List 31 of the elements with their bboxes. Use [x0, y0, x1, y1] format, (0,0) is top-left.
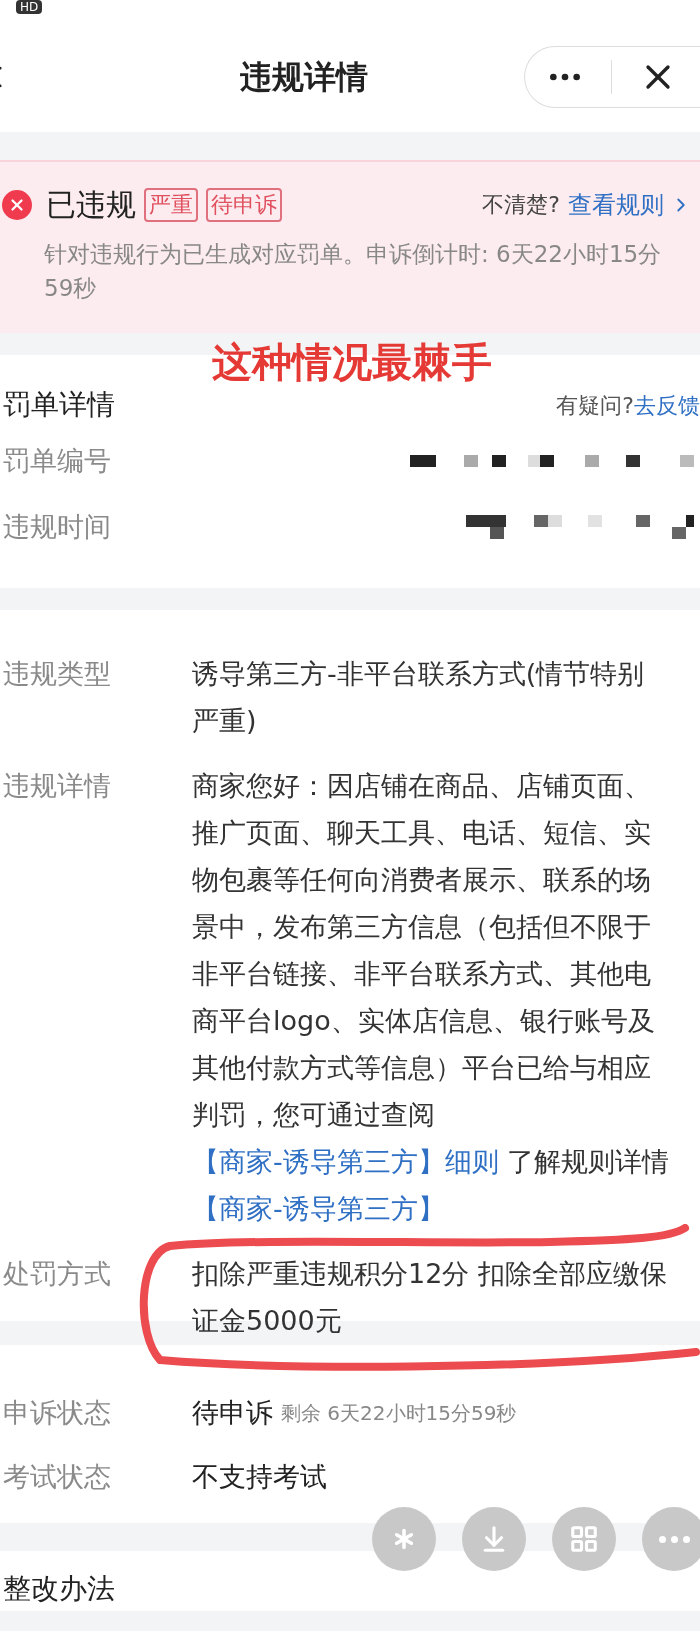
status-tag: 严重 — [144, 187, 198, 222]
field-value: 扣除严重违规积分12分 扣除全部应缴保证金5000元 — [192, 1257, 668, 1338]
feedback-link[interactable]: 去反馈 — [634, 388, 700, 422]
field-label: 处罚方式 — [3, 1258, 111, 1289]
page-title: 违规详情 — [240, 57, 368, 98]
field-label: 申诉状态 — [3, 1396, 111, 1428]
hd-badge: HD — [16, 0, 43, 14]
field-label: 考试状态 — [3, 1460, 111, 1492]
banner-message: 针对违规行为已生成对应罚单。申诉倒计时: 6天22小时15分59秒 — [44, 240, 663, 303]
error-icon — [2, 189, 32, 220]
more-icon — [658, 1535, 690, 1543]
annotation-caption: 这种情况最棘手 — [212, 338, 492, 387]
status-text: 已违规 — [46, 186, 136, 224]
countdown-note: 剩余 6天22小时15分59秒 — [281, 1400, 517, 1427]
field-label: 违规类型 — [3, 658, 111, 689]
field-label: 违规详情 — [3, 770, 111, 801]
view-rules-link[interactable]: 查看规则 — [568, 186, 664, 223]
grid-icon — [569, 1524, 599, 1554]
section-title: 整改办法 — [3, 1572, 115, 1605]
field-label: 罚单编号 — [3, 444, 111, 476]
status-tag: 待申诉 — [206, 187, 282, 222]
rule-link[interactable]: 【商家-诱导第三方】细则 — [192, 1146, 499, 1177]
rule-link[interactable]: 【商家-诱导第三方】 — [192, 1193, 445, 1224]
field-value: 诱导第三方-非平台联系方式(情节特别严重) — [192, 657, 646, 738]
rule-text: 商家您好：因店铺在商品、店铺页面、推广页面、聊天工具、电话、短信、实物包裹等任何向消费者展示、联系的场景中，发布第三方信息（包括但不限于非平台链接、非平台联系方式、其他电商平台logo、实体店信息、银行账号及其他付款方式等信息）平台已给与相应判罚，您可通过查阅 【商家-诱导第三方】细则 了解规则详情 — [192, 769, 670, 1179]
feedback-prompt: 有疑问? — [556, 391, 634, 420]
field-label: 违规时间 — [3, 510, 111, 542]
field-value: 不支持考试 — [192, 1459, 327, 1494]
field-value: 待申诉 — [192, 1395, 273, 1430]
card-title: 罚单详情 — [3, 387, 115, 423]
help-prompt: 不清楚? — [482, 191, 560, 219]
